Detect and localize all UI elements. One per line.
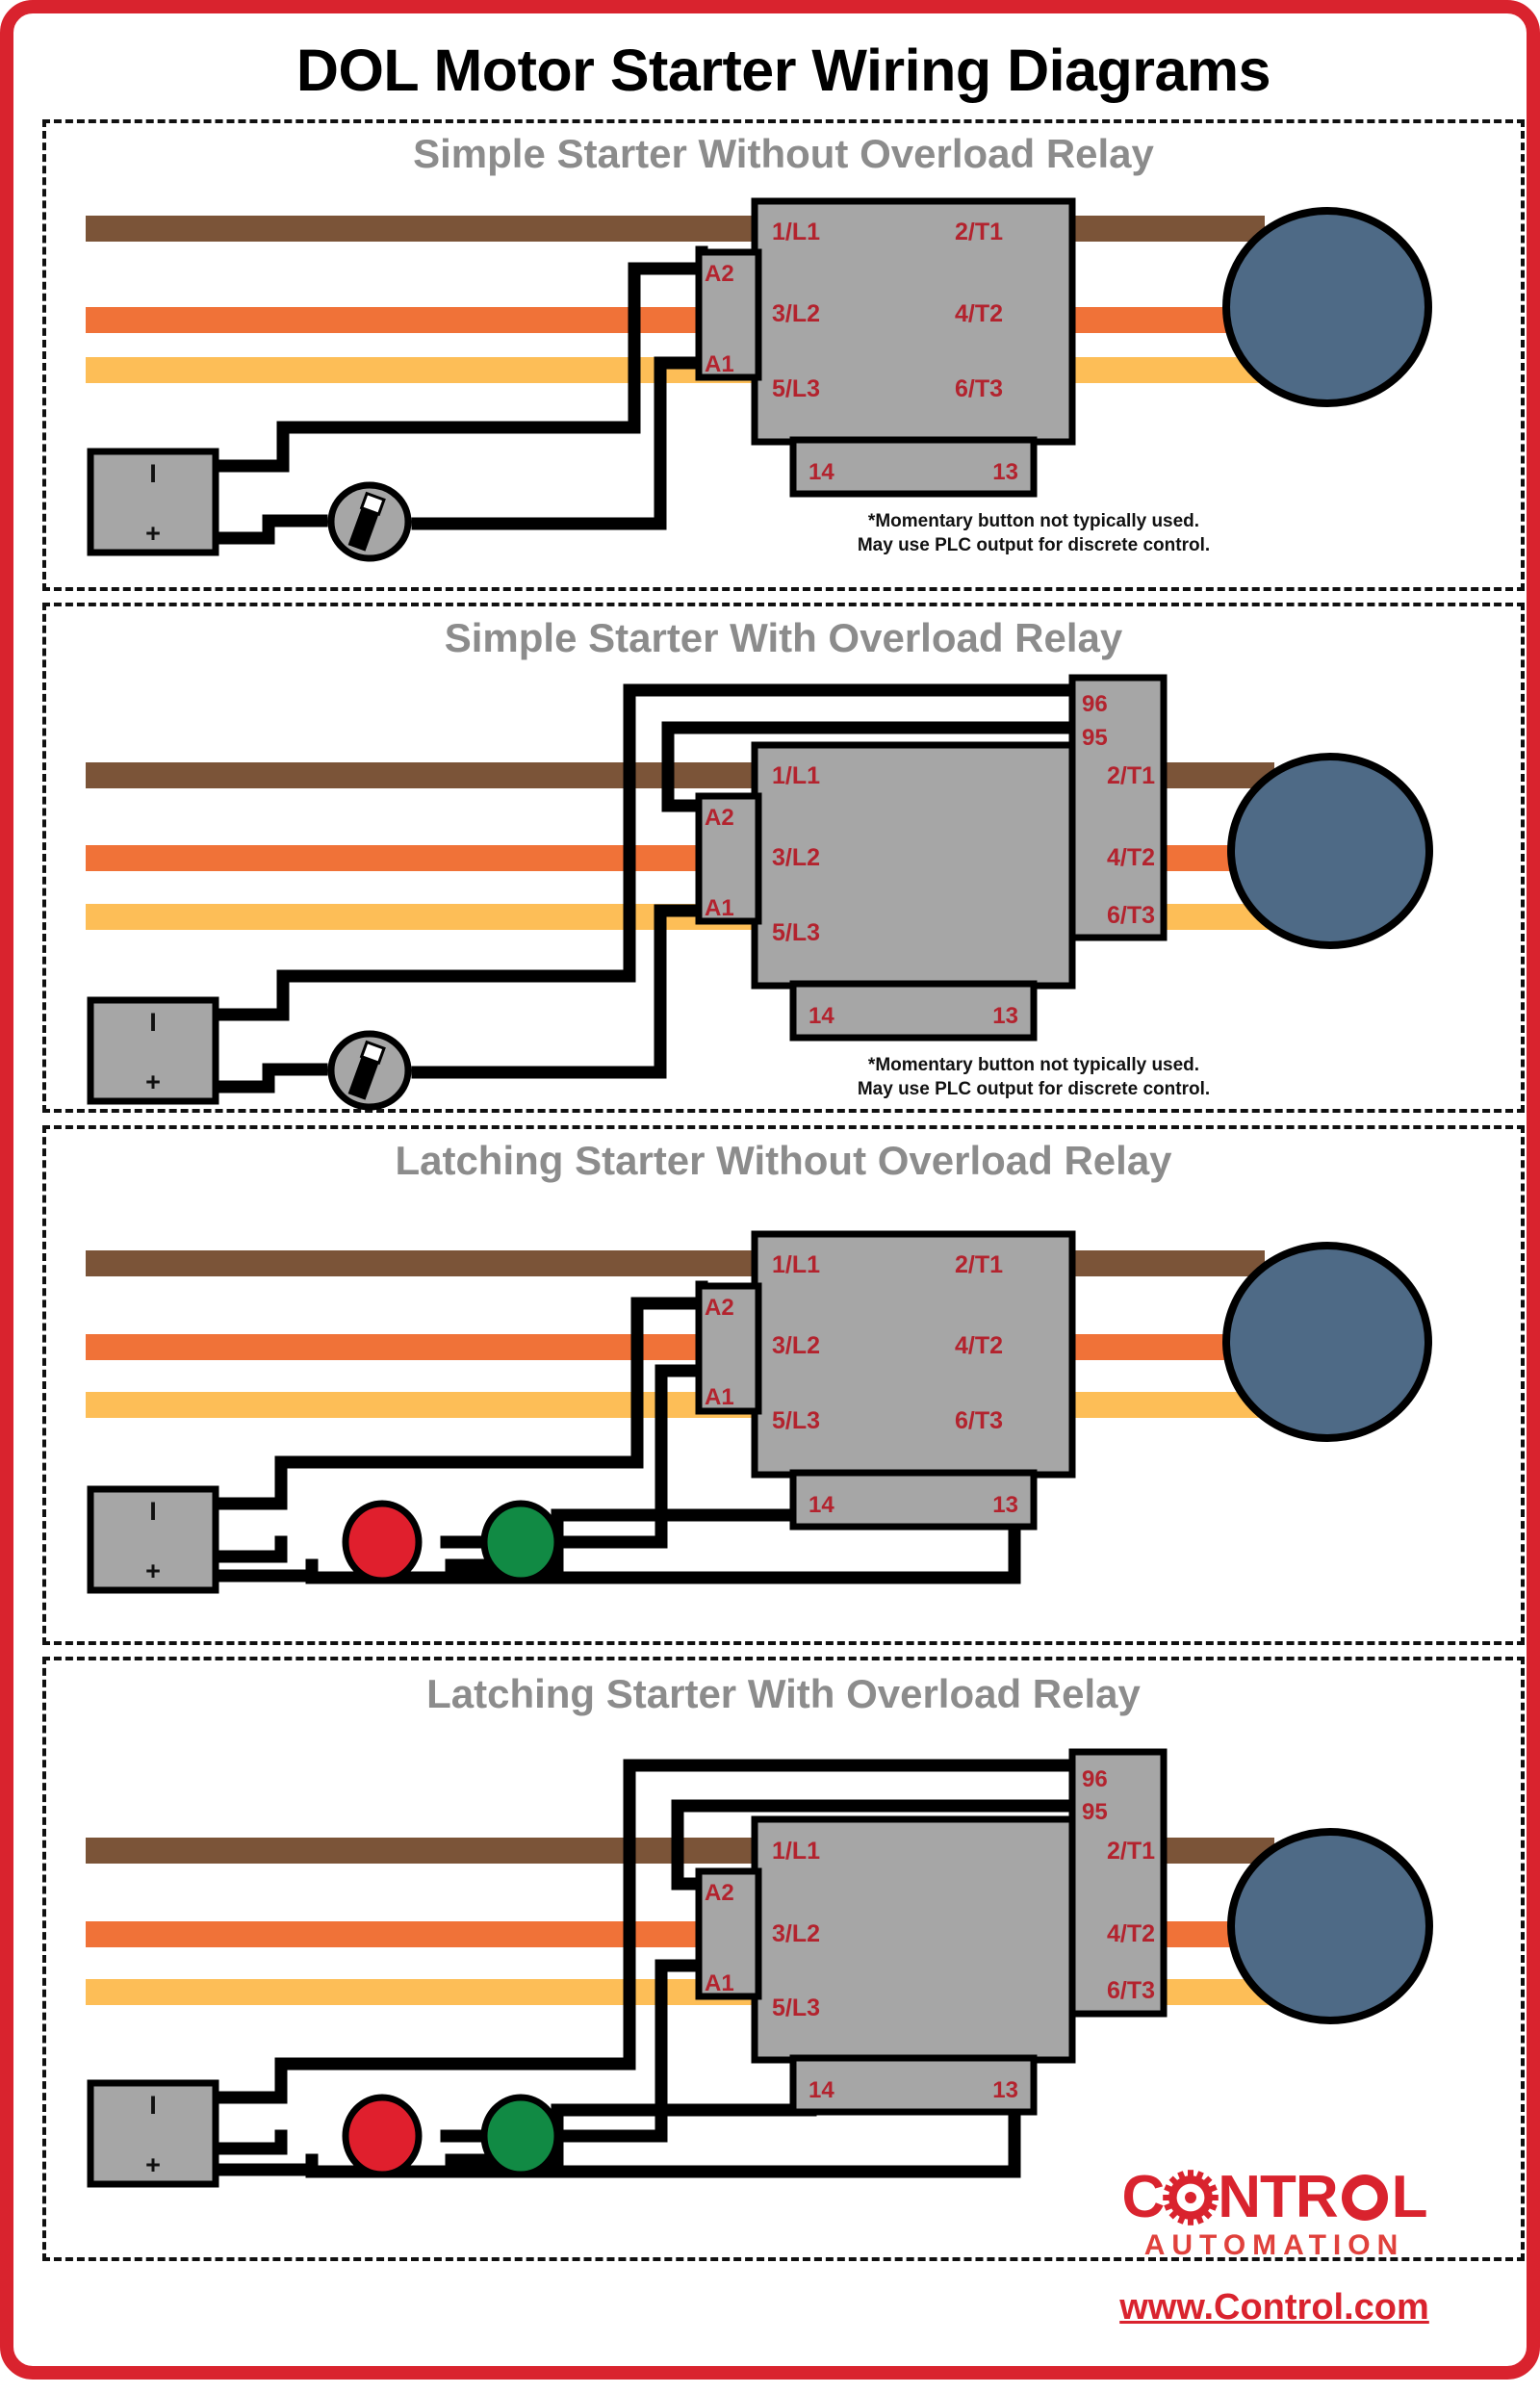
- logo-letter-c: C: [1121, 2164, 1165, 2230]
- diagram-3-title: Latching Starter Without Overload Relay: [395, 1138, 1172, 1183]
- diagram-1-title: Simple Starter Without Overload Relay: [413, 131, 1154, 176]
- website-link[interactable]: www.Control.com: [1063, 2287, 1486, 2329]
- diagram-panel-3: [42, 1125, 1525, 1645]
- diagram-2-note: *Momentary button not typically used. Ma…: [793, 1053, 1274, 1101]
- diagram-2-note-line1: *Momentary button not typically used.: [867, 1055, 1200, 1075]
- diagram-4-title: Latching Starter With Overload Relay: [426, 1671, 1141, 1716]
- diagram-1-note-line2: May use PLC output for discrete control.: [857, 535, 1211, 556]
- logo-subtitle: AUTOMATION: [1143, 2229, 1405, 2261]
- gear-icon: [1162, 2169, 1219, 2226]
- diagram-panel-2: [42, 603, 1525, 1113]
- page-title: DOL Motor Starter Wiring Diagrams: [295, 38, 1271, 103]
- logo-letters-ntr: NTR: [1218, 2164, 1338, 2230]
- logo-letter-l: L: [1391, 2164, 1428, 2230]
- diagram-1-note: *Momentary button not typically used. Ma…: [793, 509, 1274, 557]
- poster-frame: DOL Motor Starter Wiring Diagrams Simple…: [0, 0, 1540, 2380]
- gear-icon-2: [1336, 2169, 1394, 2226]
- diagram-2-title: Simple Starter With Overload Relay: [444, 615, 1123, 660]
- diagram-2-note-line2: May use PLC output for discrete control.: [857, 1079, 1211, 1100]
- diagram-panel-1: [42, 119, 1525, 591]
- brand-logo: C NTR L AUTOMATION www.Control.com: [1063, 2168, 1486, 2329]
- diagram-1-note-line1: *Momentary button not typically used.: [867, 511, 1200, 531]
- logo-wordmark: C NTR L: [1063, 2168, 1486, 2227]
